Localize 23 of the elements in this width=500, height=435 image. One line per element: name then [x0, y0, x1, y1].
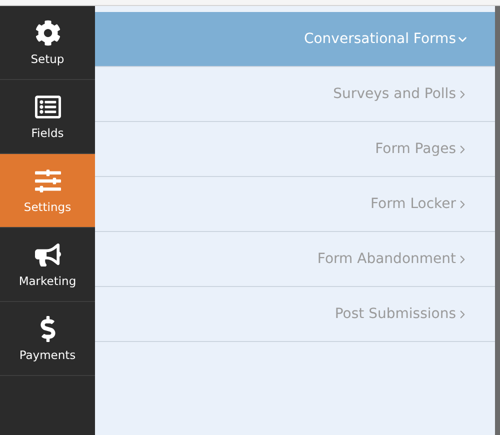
sidebar-item-label: Payments	[19, 348, 76, 362]
section-label: Form Abandonment	[317, 251, 456, 267]
section-row[interactable]: Form Locker	[95, 177, 495, 232]
sliders-icon	[34, 168, 60, 194]
section-label: Form Pages	[375, 141, 456, 157]
sidebar-item-label: Fields	[31, 126, 64, 140]
section-label: Form Locker	[370, 196, 456, 212]
list-icon	[34, 94, 60, 120]
gear-icon	[34, 20, 60, 46]
section-row[interactable]: Form Pages	[95, 122, 495, 177]
megaphone-icon	[34, 242, 60, 268]
sidebar-item-label: Settings	[24, 200, 72, 214]
section-row[interactable]: Surveys and Polls	[95, 67, 495, 122]
section-row[interactable]: Form Abandonment	[95, 232, 495, 287]
section-label: Post Submissions	[334, 306, 456, 322]
section-label: Conversational Forms	[304, 31, 456, 47]
sidebar-item-label: Setup	[30, 52, 64, 66]
section-label: Surveys and Polls	[333, 86, 456, 102]
sidebar-item[interactable]: Fields	[0, 80, 95, 154]
section-row[interactable]: Post Submissions	[95, 287, 495, 342]
sidebar-item[interactable]: Settings	[0, 154, 95, 228]
section-row[interactable]: Conversational Forms	[95, 12, 495, 67]
sidebar-item-label: Marketing	[18, 274, 76, 288]
